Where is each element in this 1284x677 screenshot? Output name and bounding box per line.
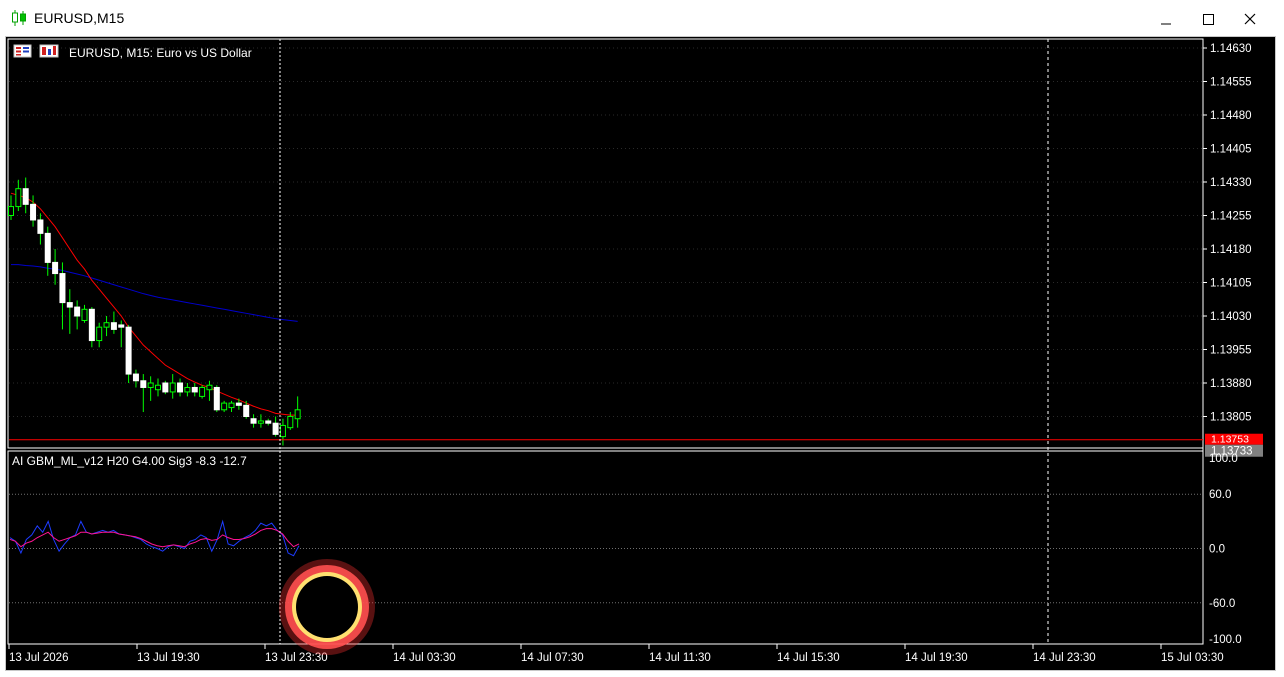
- candle-body: [294, 409, 301, 420]
- candle-body: [147, 382, 154, 388]
- candle-body: [30, 203, 37, 221]
- price-tick-label: 1.14330: [1210, 177, 1252, 189]
- candle-body: [22, 188, 29, 205]
- candle-body: [88, 308, 95, 342]
- candlestick-series: [8, 177, 301, 446]
- candle-body: [243, 404, 250, 418]
- indicator-signal-line: [9, 528, 300, 548]
- candle-body: [287, 416, 294, 429]
- window-titlebar: EURUSD,M15: [0, 0, 1284, 36]
- candle-body: [74, 306, 81, 317]
- candle-body: [118, 324, 125, 328]
- click-indicator-ring: [279, 559, 375, 655]
- candle-body: [279, 424, 286, 438]
- candle-body: [191, 386, 198, 393]
- minimize-icon[interactable]: [1152, 7, 1180, 31]
- candle-body: [59, 273, 66, 304]
- time-tick-label: 15 Jul 03:30: [1161, 652, 1224, 664]
- time-tick-label: 13 Jul 2026: [9, 652, 68, 664]
- close-icon[interactable]: [1236, 7, 1264, 31]
- candle-body: [140, 380, 147, 388]
- time-tick-label: 14 Jul 19:30: [905, 652, 968, 664]
- chart-menu-icon[interactable]: [13, 44, 32, 58]
- candle-body: [132, 373, 139, 382]
- candle-body: [155, 384, 161, 391]
- price-tick-label: 1.13880: [1210, 378, 1252, 390]
- fast-moving-average-line: [10, 192, 298, 416]
- candle-body: [235, 402, 242, 406]
- indicator-label: AI GBM_ML_v12 H20 G4.00 Sig3 -8.3 -12.7: [12, 454, 247, 468]
- candle-body: [250, 418, 257, 424]
- time-tick-label: 13 Jul 19:30: [137, 652, 200, 664]
- time-tick-label: 14 Jul 15:30: [777, 652, 840, 664]
- candle-body: [265, 420, 272, 424]
- candle-body: [8, 206, 14, 216]
- candle-body: [213, 386, 220, 411]
- time-tick-label: 14 Jul 23:30: [1033, 652, 1096, 664]
- candle-body: [52, 261, 59, 275]
- price-tick-label: 1.13805: [1210, 412, 1252, 424]
- price-tick-label: 1.14180: [1210, 244, 1252, 256]
- candle-body: [169, 382, 176, 393]
- indicator-window-border: [7, 450, 1204, 645]
- indicator-tick-label: -60.0: [1209, 598, 1235, 610]
- candle-body: [162, 382, 169, 393]
- indicator-tick-label: -100.0: [1209, 634, 1242, 646]
- one-click-trading-icon[interactable]: [39, 44, 59, 58]
- candle-body: [272, 422, 279, 435]
- price-tick-label: 1.14105: [1210, 278, 1252, 290]
- candle-body: [206, 384, 213, 391]
- candle-body: [184, 386, 191, 393]
- bid-price-label: 1.13753: [1211, 434, 1249, 446]
- chart-gridlines: [9, 47, 1203, 417]
- price-tick-label: 1.14480: [1210, 110, 1252, 122]
- window-title: EURUSD,M15: [34, 10, 125, 26]
- indicator-tick-label: 60.0: [1209, 489, 1231, 501]
- price-tick-label: 1.14255: [1210, 211, 1252, 223]
- candle-body: [257, 420, 264, 424]
- candle-body: [228, 402, 235, 409]
- time-tick-label: 14 Jul 11:30: [649, 652, 711, 664]
- maximize-icon[interactable]: [1194, 7, 1222, 31]
- candle-body: [125, 326, 132, 375]
- candle-body: [44, 232, 51, 263]
- candle-body: [37, 219, 44, 234]
- chart-window-frame: EURUSD, M15: Euro vs US Dollar AI GBM_ML…: [5, 36, 1276, 671]
- time-tick-label: 14 Jul 07:30: [521, 652, 584, 664]
- candle-body: [15, 188, 22, 208]
- price-tick-label: 1.14630: [1210, 43, 1252, 55]
- candle-body: [221, 402, 228, 411]
- price-tick-label: 1.13955: [1210, 345, 1252, 357]
- candle-body: [199, 386, 206, 397]
- candle-body: [110, 322, 117, 330]
- price-tick-label: 1.14555: [1210, 77, 1252, 89]
- chart-symbol-label: EURUSD, M15: Euro vs US Dollar: [69, 46, 252, 60]
- time-axis: 13 Jul 2026 13 Jul 19:30 13 Jul 23:30 14 Ju…: [8, 643, 1224, 664]
- price-tick-label: 1.14405: [1210, 144, 1252, 156]
- indicator-axis: 100.0 60.0 0.0 -60.0 -100.0: [9, 453, 1242, 646]
- candle-body: [177, 382, 184, 393]
- candle-body: [81, 308, 88, 321]
- chart-canvas[interactable]: EURUSD, M15: Euro vs US Dollar AI GBM_ML…: [6, 37, 1275, 670]
- price-axis: 1.14630 1.14555 1.14480 1.14405 1.14330 1.142…: [1203, 43, 1252, 424]
- indicator-tick-label: 100.0: [1209, 453, 1238, 465]
- candle-body: [66, 302, 73, 308]
- candle-body: [103, 322, 110, 328]
- candlestick-app-icon: [12, 10, 26, 26]
- price-tick-label: 1.14030: [1210, 311, 1252, 323]
- indicator-tick-label: 0.0: [1209, 544, 1225, 556]
- time-tick-label: 14 Jul 03:30: [393, 652, 456, 664]
- candle-body: [96, 326, 103, 342]
- indicator-main-line: [9, 519, 300, 557]
